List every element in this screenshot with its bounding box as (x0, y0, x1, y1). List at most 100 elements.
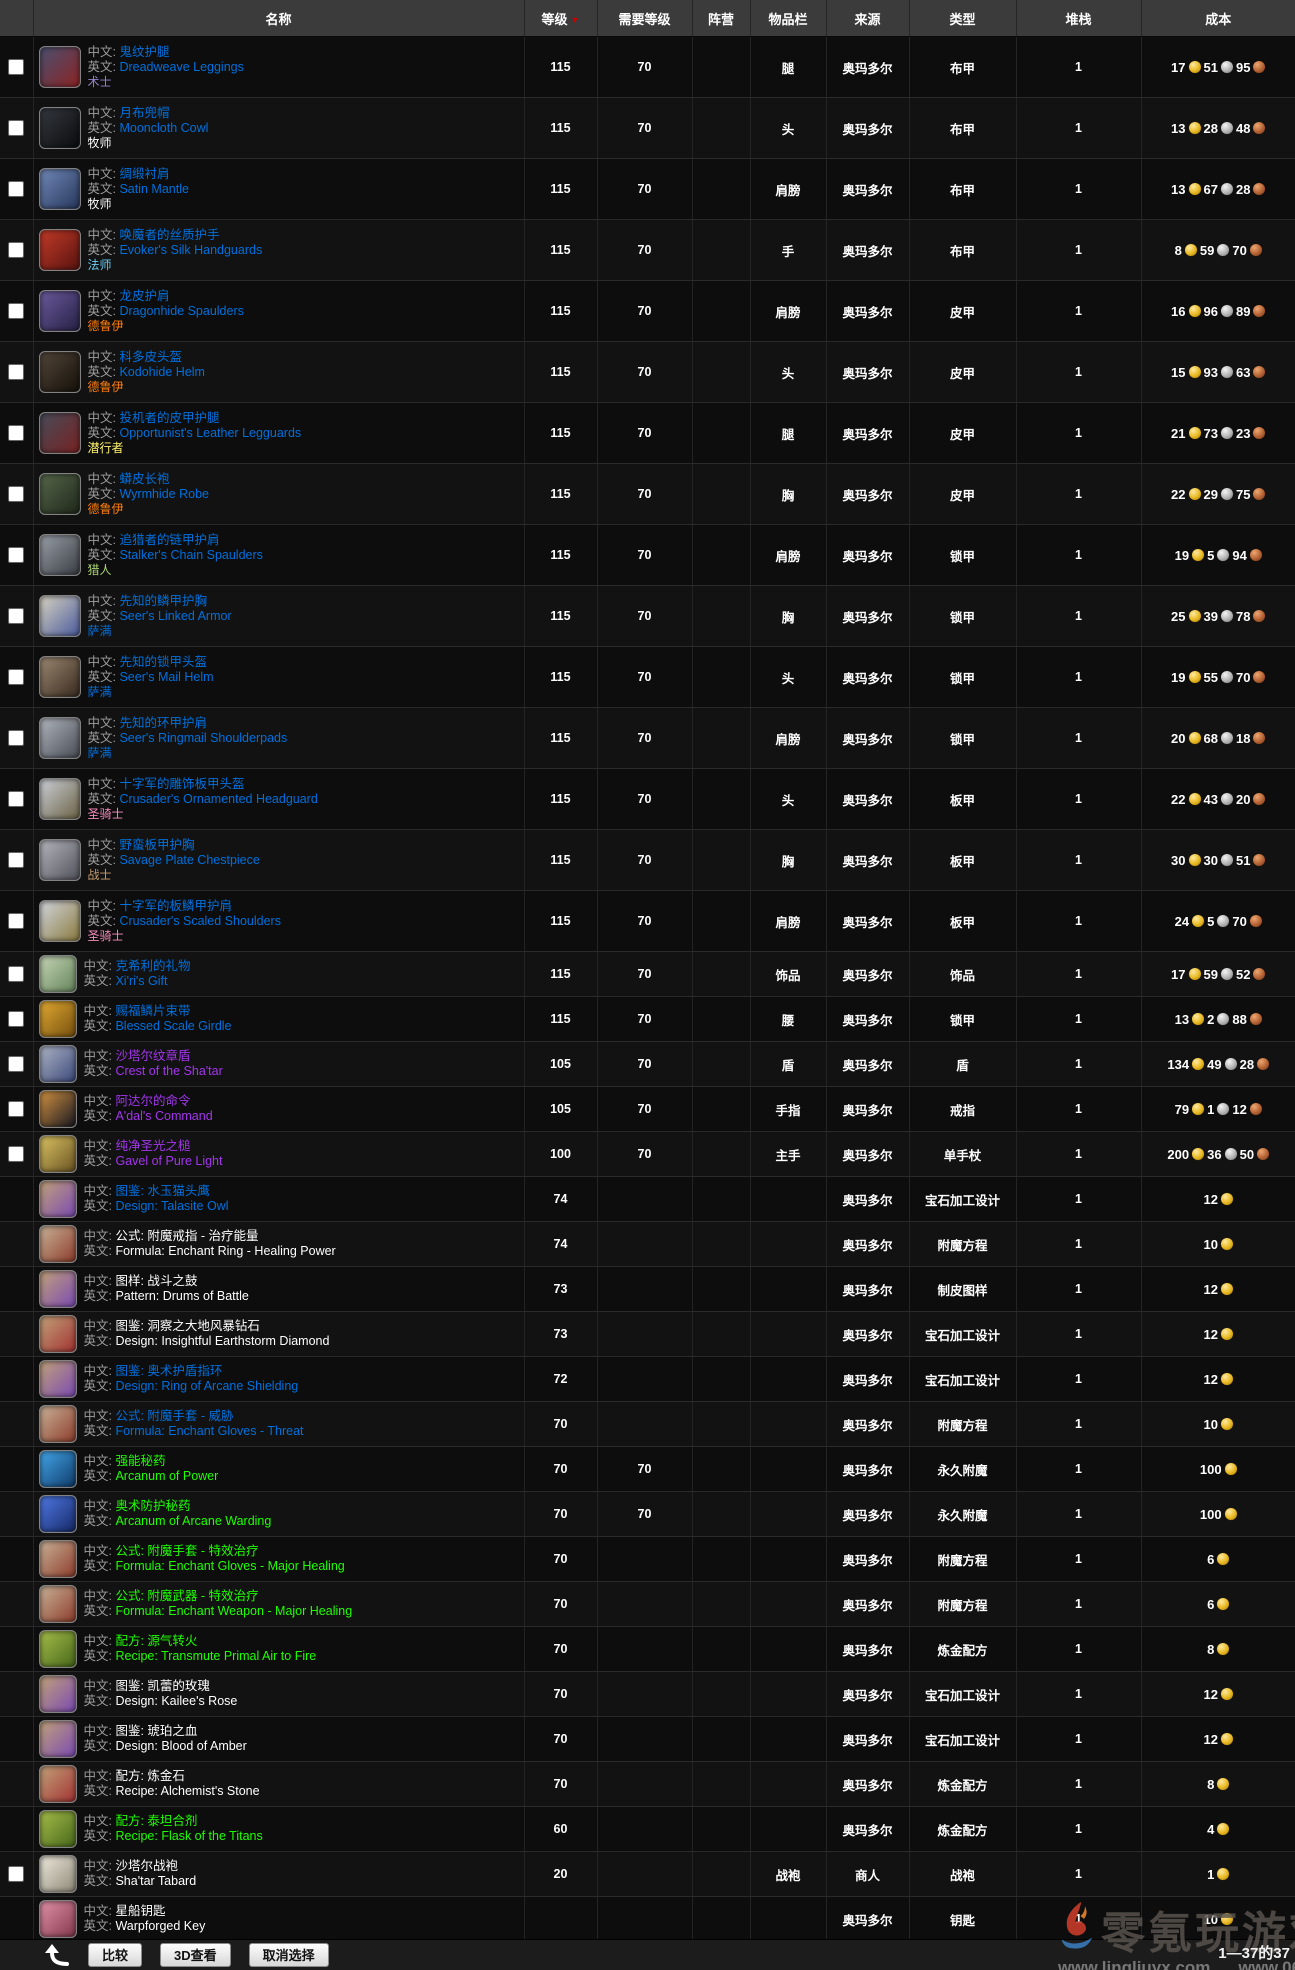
item-name-cn[interactable]: 奥术防护秘药 (115, 1499, 190, 1513)
item-name-cn[interactable]: 图鉴: 琥珀之血 (115, 1724, 197, 1738)
item-name-cn[interactable]: 科多皮头盔 (119, 350, 182, 364)
item-name-cn[interactable]: 先知的环甲护肩 (119, 716, 207, 730)
item-name-cn[interactable]: 公式: 附魔武器 - 特效治疗 (115, 1589, 258, 1603)
return-arrow-icon[interactable] (44, 1943, 70, 1967)
item-name-en[interactable]: Seer's Ringmail Shoulderpads (119, 731, 287, 745)
row-checkbox[interactable] (8, 547, 24, 563)
item-name-en[interactable]: Design: Blood of Amber (115, 1739, 246, 1753)
item-name-en[interactable]: Savage Plate Chestpiece (119, 853, 259, 867)
item-name-cn[interactable]: 追猎者的链甲护肩 (119, 533, 219, 547)
column-header-stack[interactable]: 堆栈 (1016, 0, 1141, 37)
item-name-cn[interactable]: 先知的鳞甲护胸 (119, 594, 207, 608)
item-name-en[interactable]: Arcanum of Arcane Warding (115, 1514, 271, 1528)
item-name-en[interactable]: Satin Mantle (119, 182, 188, 196)
row-checkbox[interactable] (8, 1056, 24, 1072)
item-name-cn[interactable]: 配方: 泰坦合剂 (115, 1814, 197, 1828)
item-name-en[interactable]: Sha'tar Tabard (115, 1874, 196, 1888)
row-checkbox[interactable] (8, 1101, 24, 1117)
column-header-source[interactable]: 来源 (826, 0, 909, 37)
item-name-en[interactable]: Seer's Mail Helm (119, 670, 213, 684)
item-name-en[interactable]: Design: Ring of Arcane Shielding (115, 1379, 298, 1393)
row-checkbox[interactable] (8, 486, 24, 502)
row-checkbox[interactable] (8, 59, 24, 75)
view-3d-button[interactable]: 3D查看 (160, 1943, 231, 1967)
item-name-cn[interactable]: 十字军的板鳞甲护肩 (119, 899, 232, 913)
column-header-faction[interactable]: 阵营 (692, 0, 750, 37)
item-name-cn[interactable]: 龙皮护肩 (119, 289, 169, 303)
item-name-en[interactable]: Arcanum of Power (115, 1469, 218, 1483)
item-name-en[interactable]: Wyrmhide Robe (119, 487, 209, 501)
item-name-cn[interactable]: 公式: 附魔戒指 - 治疗能量 (115, 1229, 258, 1243)
item-name-en[interactable]: Xi'ri's Gift (115, 974, 167, 988)
item-name-en[interactable]: Crest of the Sha'tar (115, 1064, 222, 1078)
column-header-name[interactable]: 名称 (33, 0, 524, 37)
item-name-cn[interactable]: 星船钥匙 (115, 1904, 165, 1918)
item-name-cn[interactable]: 先知的锁甲头盔 (119, 655, 207, 669)
item-name-en[interactable]: Pattern: Drums of Battle (115, 1289, 248, 1303)
item-name-cn[interactable]: 公式: 附魔手套 - 威胁 (115, 1409, 233, 1423)
row-checkbox[interactable] (8, 913, 24, 929)
item-name-en[interactable]: Design: Kailee's Rose (115, 1694, 237, 1708)
item-name-en[interactable]: Seer's Linked Armor (119, 609, 231, 623)
item-name-cn[interactable]: 唤魔者的丝质护手 (119, 228, 219, 242)
column-header-slot[interactable]: 物品栏 (750, 0, 826, 37)
item-name-en[interactable]: Recipe: Flask of the Titans (115, 1829, 262, 1843)
row-checkbox[interactable] (8, 1146, 24, 1162)
item-name-cn[interactable]: 图鉴: 洞察之大地风暴钻石 (115, 1319, 259, 1333)
row-checkbox[interactable] (8, 425, 24, 441)
item-name-cn[interactable]: 配方: 源气转火 (115, 1634, 197, 1648)
column-header-level[interactable]: 等级▼ (524, 0, 597, 37)
deselect-button[interactable]: 取消选择 (249, 1943, 329, 1967)
item-name-cn[interactable]: 公式: 附魔手套 - 特效治疗 (115, 1544, 258, 1558)
row-checkbox[interactable] (8, 303, 24, 319)
item-name-en[interactable]: Formula: Enchant Gloves - Major Healing (115, 1559, 344, 1573)
item-name-cn[interactable]: 克希利的礼物 (115, 959, 190, 973)
row-checkbox[interactable] (8, 730, 24, 746)
row-checkbox[interactable] (8, 120, 24, 136)
item-name-cn[interactable]: 图鉴: 奥术护盾指环 (115, 1364, 222, 1378)
item-name-cn[interactable]: 十字军的雕饰板甲头盔 (119, 777, 244, 791)
row-checkbox[interactable] (8, 608, 24, 624)
item-name-cn[interactable]: 强能秘药 (115, 1454, 165, 1468)
item-name-cn[interactable]: 野蛮板甲护胸 (119, 838, 194, 852)
row-checkbox[interactable] (8, 1011, 24, 1027)
item-name-en[interactable]: Warpforged Key (115, 1919, 205, 1933)
item-name-en[interactable]: Kodohide Helm (119, 365, 204, 379)
item-name-en[interactable]: Blessed Scale Girdle (115, 1019, 231, 1033)
item-name-cn[interactable]: 鬼纹护腿 (119, 45, 169, 59)
row-checkbox[interactable] (8, 966, 24, 982)
item-name-en[interactable]: Gavel of Pure Light (115, 1154, 222, 1168)
item-name-en[interactable]: Evoker's Silk Handguards (119, 243, 262, 257)
row-checkbox[interactable] (8, 181, 24, 197)
item-name-cn[interactable]: 蟒皮长袍 (119, 472, 169, 486)
row-checkbox[interactable] (8, 852, 24, 868)
column-header-cost[interactable]: 成本 (1141, 0, 1295, 37)
item-name-en[interactable]: Crusader's Scaled Shoulders (119, 914, 281, 928)
item-name-cn[interactable]: 阿达尔的命令 (115, 1094, 190, 1108)
item-name-cn[interactable]: 赐福鳞片束带 (115, 1004, 190, 1018)
item-name-cn[interactable]: 月布兜帽 (119, 106, 169, 120)
item-name-en[interactable]: Crusader's Ornamented Headguard (119, 792, 317, 806)
row-checkbox[interactable] (8, 669, 24, 685)
item-name-cn[interactable]: 沙塔尔战袍 (115, 1859, 178, 1873)
item-name-cn[interactable]: 纯净圣光之槌 (115, 1139, 190, 1153)
item-name-en[interactable]: Dragonhide Spaulders (119, 304, 243, 318)
item-name-en[interactable]: Formula: Enchant Weapon - Major Healing (115, 1604, 352, 1618)
column-header-type[interactable]: 类型 (909, 0, 1016, 37)
item-name-en[interactable]: Design: Talasite Owl (115, 1199, 228, 1213)
item-name-cn[interactable]: 图样: 战斗之鼓 (115, 1274, 197, 1288)
item-name-en[interactable]: Dreadweave Leggings (119, 60, 243, 74)
item-name-cn[interactable]: 投机者的皮甲护腿 (119, 411, 219, 425)
row-checkbox[interactable] (8, 791, 24, 807)
item-name-cn[interactable]: 图鉴: 凯蕾的玫瑰 (115, 1679, 209, 1693)
item-name-en[interactable]: Stalker's Chain Spaulders (119, 548, 262, 562)
row-checkbox[interactable] (8, 242, 24, 258)
item-name-en[interactable]: Design: Insightful Earthstorm Diamond (115, 1334, 329, 1348)
row-checkbox[interactable] (8, 1866, 24, 1882)
item-name-cn[interactable]: 图鉴: 水玉猫头鹰 (115, 1184, 209, 1198)
item-name-en[interactable]: A'dal's Command (115, 1109, 212, 1123)
item-name-cn[interactable]: 配方: 炼金石 (115, 1769, 184, 1783)
item-name-en[interactable]: Recipe: Alchemist's Stone (115, 1784, 259, 1798)
item-name-en[interactable]: Opportunist's Leather Legguards (119, 426, 301, 440)
item-name-en[interactable]: Recipe: Transmute Primal Air to Fire (115, 1649, 316, 1663)
